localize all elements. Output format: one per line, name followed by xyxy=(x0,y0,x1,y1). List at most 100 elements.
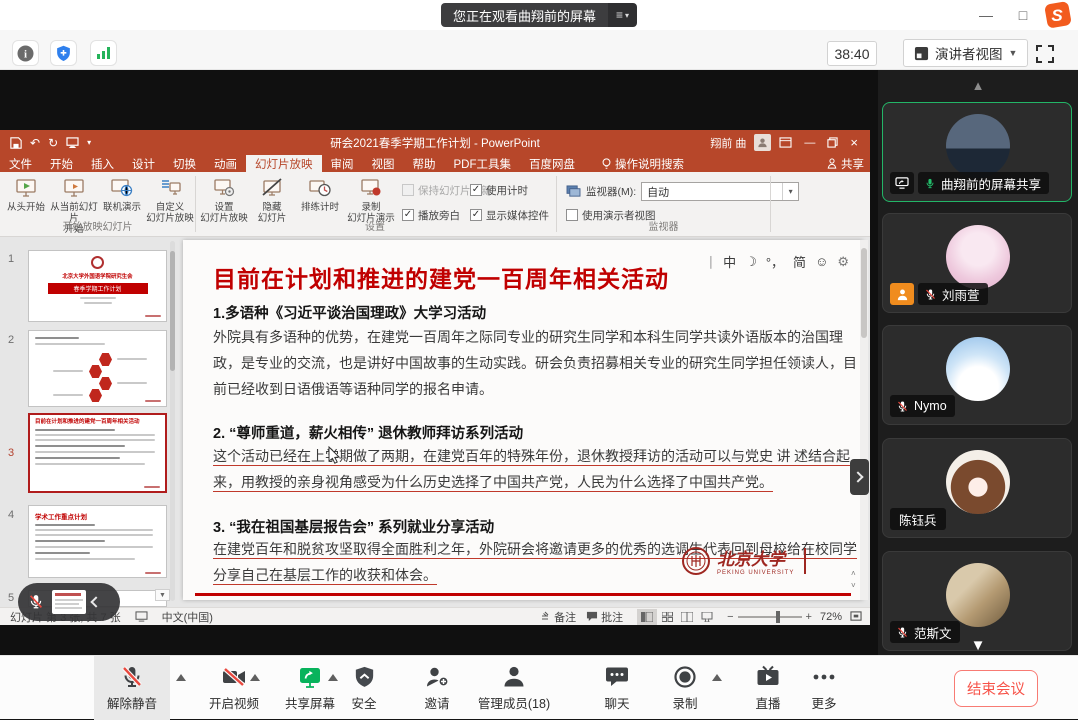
mic-options-arrow[interactable] xyxy=(176,674,186,681)
zoom-in-button[interactable]: + xyxy=(806,611,812,623)
tab-file[interactable]: 文件 xyxy=(0,155,41,172)
more-button[interactable]: 更多 xyxy=(786,656,862,720)
zoom-slider[interactable] xyxy=(738,616,802,618)
tab-view[interactable]: 视图 xyxy=(363,155,404,172)
banner-menu-button[interactable]: ≡▾ xyxy=(608,3,637,27)
fit-slide-icon[interactable] xyxy=(850,611,862,622)
chevron-right-icon xyxy=(852,471,863,482)
hide-slide-button[interactable]: 隐藏 幻灯片 xyxy=(248,176,296,224)
participant-tile[interactable]: 范斯文 xyxy=(882,551,1072,651)
participant-tile[interactable]: 刘雨萱 xyxy=(882,213,1072,313)
slide-thumbnail-4[interactable]: 学术工作重点计划 xyxy=(28,505,167,578)
rehearse-timings-button[interactable]: 排练计时 xyxy=(296,176,344,213)
tab-home[interactable]: 开始 xyxy=(41,155,82,172)
notes-button[interactable]: 备注 xyxy=(554,609,576,625)
tab-transitions[interactable]: 切换 xyxy=(164,155,205,172)
tab-help[interactable]: 帮助 xyxy=(404,155,445,172)
ime-emoji-icon[interactable]: ☺ xyxy=(815,254,828,269)
tell-me-search[interactable]: 操作说明搜索 xyxy=(592,155,694,172)
participant-tile[interactable]: 陈钰兵 xyxy=(882,438,1072,538)
record-options-arrow[interactable] xyxy=(712,674,722,681)
scroll-up-chevron[interactable]: ˄ xyxy=(851,569,856,578)
record-button[interactable]: 录制 xyxy=(647,656,723,720)
meeting-security-button[interactable] xyxy=(50,40,77,66)
ppt-minimize-button[interactable]: — xyxy=(800,137,819,149)
end-meeting-button[interactable]: 结束会议 xyxy=(954,670,1038,707)
custom-slideshow-button[interactable]: 自定义 幻灯片放映 xyxy=(146,176,194,224)
chat-button[interactable]: 聊天 xyxy=(579,656,655,720)
slideshow-view-button[interactable] xyxy=(697,609,717,625)
present-online-button[interactable]: 联机演示 xyxy=(98,176,146,213)
ime-toolbar[interactable]: ∣ 中 ☽ °， 简 ☺ ⚙ xyxy=(708,252,849,271)
language-indicator[interactable]: 中文(中国) xyxy=(162,609,213,625)
tab-design[interactable]: 设计 xyxy=(123,155,164,172)
ime-simplified-icon[interactable]: 简 xyxy=(793,252,806,271)
security-button[interactable]: 安全 xyxy=(326,656,402,720)
from-beginning-button[interactable]: 从头开始 xyxy=(2,176,50,213)
mic-muted-icon xyxy=(119,664,145,690)
ime-settings-gear-icon[interactable]: ⚙ xyxy=(837,254,849,270)
tab-animations[interactable]: 动画 xyxy=(205,155,246,172)
view-mode-selector[interactable]: 演讲者视图 ▼ xyxy=(903,39,1028,67)
manage-members-button[interactable]: 管理成员(18) xyxy=(476,656,552,720)
tab-slideshow[interactable]: 幻灯片放映 xyxy=(246,155,322,172)
video-options-arrow[interactable] xyxy=(250,674,260,681)
use-timings-checkbox[interactable]: 使用计时 xyxy=(470,182,549,198)
maximize-button[interactable]: □ xyxy=(1012,4,1034,26)
hexagon-shape xyxy=(99,353,112,366)
display-settings-icon[interactable] xyxy=(135,611,148,622)
participant-tile[interactable]: Nymo xyxy=(882,325,1072,425)
slide-scrollbar[interactable] xyxy=(860,240,868,600)
scroll-down-arrow[interactable]: ▼ xyxy=(878,637,1078,654)
slide-sorter-view-button[interactable] xyxy=(657,609,677,625)
qat-dropdown-icon[interactable]: ▾ xyxy=(87,138,91,147)
unmute-button[interactable]: 解除静音 xyxy=(94,656,170,720)
ime-halfmoon-icon[interactable]: ☽ xyxy=(745,254,757,270)
zoom-percentage[interactable]: 72% xyxy=(820,611,842,623)
ppt-close-button[interactable]: × xyxy=(846,135,862,150)
tab-pdf-tools[interactable]: PDF工具集 xyxy=(445,155,521,172)
tab-review[interactable]: 审阅 xyxy=(322,155,363,172)
tab-baidu-pan[interactable]: 百度网盘 xyxy=(520,155,584,172)
monitor-select[interactable]: 自动 ▾ xyxy=(641,182,799,201)
normal-view-button[interactable] xyxy=(637,609,657,625)
undo-icon[interactable]: ↶ xyxy=(30,136,40,150)
ribbon-options-icon[interactable] xyxy=(779,137,792,148)
ime-chinese-mode[interactable]: 中 xyxy=(723,252,736,271)
scroll-down-chevron[interactable]: ˅ xyxy=(851,581,856,590)
floating-meeting-widget[interactable] xyxy=(18,583,120,621)
start-video-button[interactable]: 开启视频 xyxy=(196,656,272,720)
setup-slideshow-button[interactable]: 设置 幻灯片放映 xyxy=(200,176,248,224)
network-signal-button[interactable] xyxy=(90,40,117,66)
slide-thumbnail-1[interactable]: 北京大学外国语学院研究生会 春季学期工作计划 xyxy=(28,250,167,322)
share-button[interactable]: 共享 xyxy=(827,155,864,172)
thumbnail-scrollbar[interactable] xyxy=(170,241,175,601)
tab-insert[interactable]: 插入 xyxy=(82,155,123,172)
fullscreen-button[interactable] xyxy=(1034,43,1056,65)
zoom-slider-handle[interactable] xyxy=(776,611,780,623)
comments-button[interactable]: 批注 xyxy=(601,609,623,625)
panel-scroll-down-button[interactable]: ▼ xyxy=(155,589,170,601)
next-slide-arrow-button[interactable] xyxy=(850,459,869,495)
record-slideshow-button[interactable]: 录制 幻灯片演示 xyxy=(344,176,398,224)
redo-icon[interactable]: ↻ xyxy=(48,136,58,150)
scrollbar-thumb[interactable] xyxy=(170,251,175,371)
ppt-restore-button[interactable] xyxy=(827,137,838,148)
reading-view-button[interactable] xyxy=(677,609,697,625)
slide-paragraph-2: 这个活动已经在上学期做了两期，在建党百年的特殊年份，退休教授拜访的活动可以与党史… xyxy=(213,445,858,497)
live-stream-label: 直播 xyxy=(755,693,780,712)
invite-button[interactable]: 邀请 xyxy=(399,656,475,720)
account-avatar[interactable] xyxy=(754,134,771,151)
meeting-info-button[interactable]: i xyxy=(12,40,39,66)
save-icon[interactable] xyxy=(10,137,22,149)
slide-thumbnail-2[interactable] xyxy=(28,330,167,407)
thumb-text-line xyxy=(35,552,90,554)
slideshow-icon[interactable] xyxy=(66,137,79,148)
scrollbar-thumb[interactable] xyxy=(861,248,867,338)
ime-punctuation-icon[interactable]: °， xyxy=(766,252,784,271)
scroll-up-arrow[interactable]: ▲ xyxy=(878,78,1078,93)
zoom-out-button[interactable]: − xyxy=(727,611,733,623)
minimize-button[interactable]: — xyxy=(975,4,997,26)
slide-thumbnail-3-selected[interactable]: 目前在计划和推进的建党一百周年相关活动 xyxy=(28,413,167,493)
participant-tile-sharing[interactable]: 曲翔前的屏幕共享 xyxy=(882,102,1072,202)
